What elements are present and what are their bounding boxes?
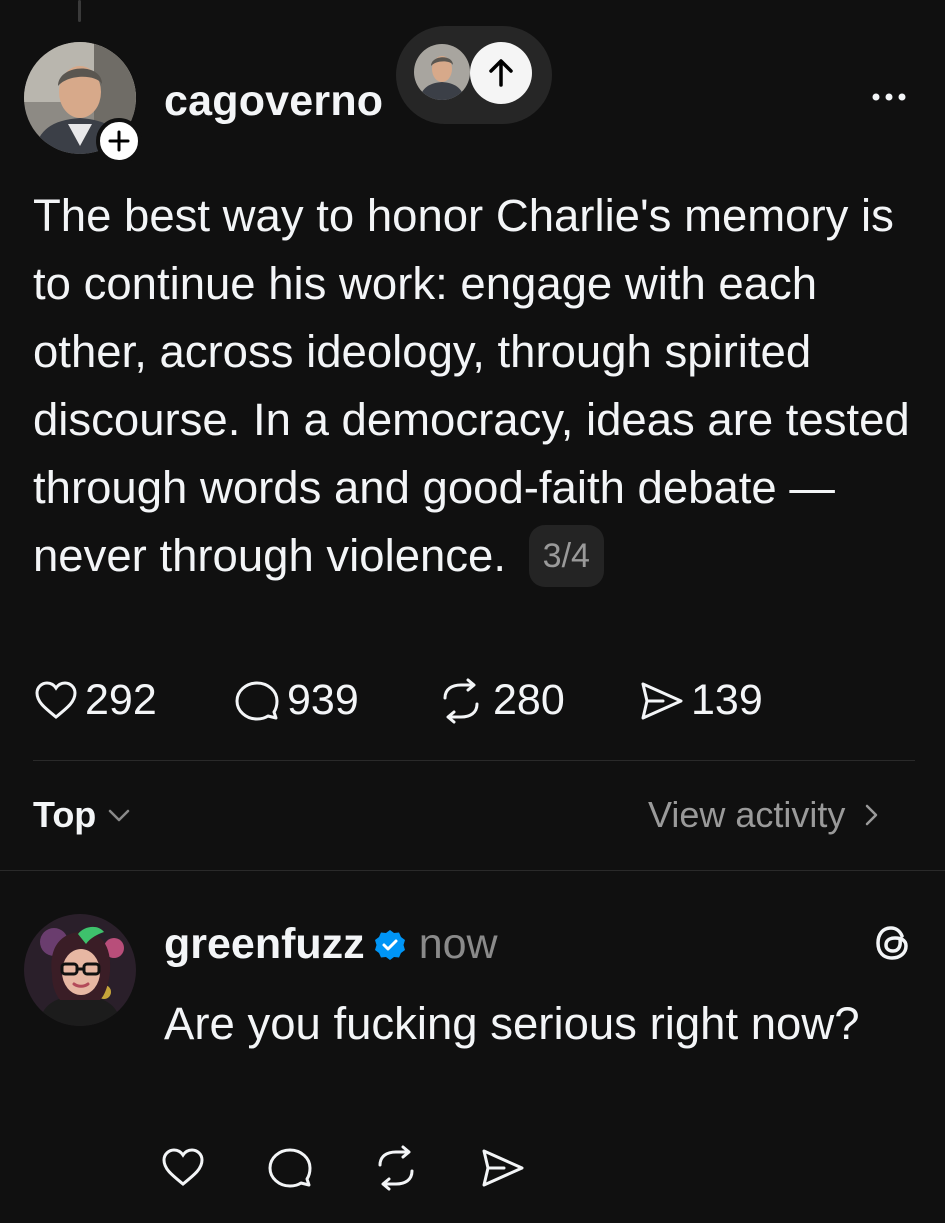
reply-comment-button[interactable]	[266, 1145, 314, 1196]
chevron-right-icon	[866, 804, 878, 826]
follow-button[interactable]	[96, 118, 142, 164]
reply-username[interactable]: greenfuzz	[164, 920, 365, 969]
reply-button[interactable]: 939	[233, 676, 359, 725]
repost-count: 280	[493, 676, 565, 724]
post-text: The best way to honor Charlie's memory i…	[33, 190, 910, 581]
section-divider	[0, 870, 945, 871]
more-options-button[interactable]	[870, 82, 910, 112]
sort-dropdown[interactable]: Top	[33, 794, 134, 836]
view-activity-link[interactable]: View activity	[648, 794, 889, 836]
view-activity-label: View activity	[648, 794, 846, 835]
repost-icon	[443, 678, 479, 723]
heart-icon	[162, 1148, 204, 1186]
thread-connector-line	[78, 0, 81, 22]
reply-body: Are you fucking serious right now?	[164, 998, 860, 1049]
reply-repost-button[interactable]	[370, 1145, 422, 1196]
scroll-to-top-button[interactable]	[470, 42, 532, 104]
reply-timestamp: now	[418, 920, 498, 968]
more-icon	[872, 93, 906, 101]
share-button[interactable]: 139	[637, 676, 763, 725]
reply-header: greenfuzz now	[164, 920, 498, 969]
verified-badge-icon	[374, 929, 405, 960]
send-icon	[641, 682, 683, 719]
reply-avatar[interactable]	[24, 914, 136, 1026]
thread-page-indicator: 3/4	[528, 525, 604, 587]
reply-like-button[interactable]	[160, 1145, 206, 1196]
like-button[interactable]: 292	[33, 676, 157, 725]
plus-icon	[108, 130, 130, 152]
send-icon	[482, 1149, 524, 1187]
repost-icon	[378, 1145, 414, 1191]
heart-icon	[35, 680, 77, 719]
sort-label: Top	[33, 794, 97, 835]
reply-share-button[interactable]	[478, 1145, 526, 1196]
chevron-down-icon	[109, 809, 130, 822]
divider	[33, 760, 915, 761]
reply-count: 939	[287, 676, 359, 724]
repost-button[interactable]: 280	[435, 676, 565, 725]
comment-icon	[235, 681, 279, 720]
comment-icon	[268, 1148, 312, 1188]
author-username[interactable]: cagoverno	[164, 80, 383, 123]
arrow-up-icon	[489, 59, 513, 87]
share-count: 139	[691, 676, 763, 724]
like-count: 292	[85, 676, 157, 724]
threads-logo-button[interactable]	[872, 922, 914, 964]
post-body: The best way to honor Charlie's memory i…	[33, 182, 933, 590]
pill-avatar	[414, 44, 470, 100]
threads-logo-icon	[876, 926, 908, 960]
